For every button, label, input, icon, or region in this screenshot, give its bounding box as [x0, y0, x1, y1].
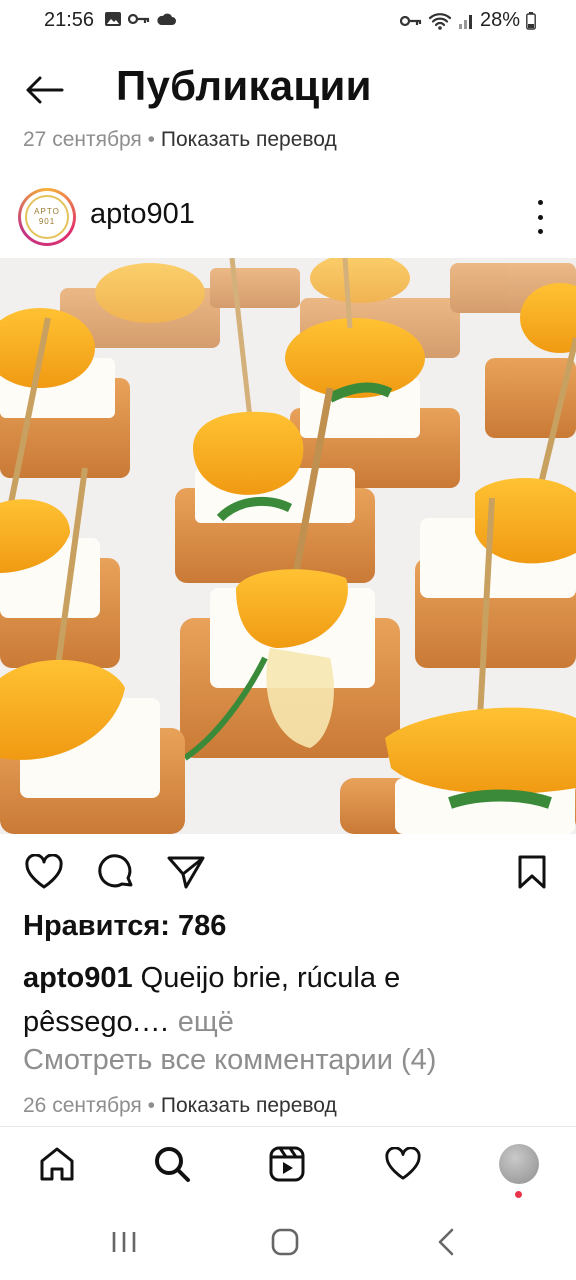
status-time: 21:56 — [44, 9, 95, 31]
food-photo — [0, 258, 576, 834]
post-username[interactable]: apto901 — [90, 198, 195, 231]
cloud-icon — [157, 13, 176, 25]
key-icon — [128, 13, 150, 25]
heart-icon — [25, 854, 63, 889]
likes-count[interactable]: Нравится: 786 — [23, 910, 226, 943]
status-icons-left — [104, 11, 176, 27]
image-icon — [105, 12, 121, 26]
nav-reels[interactable] — [265, 1142, 309, 1186]
wifi-icon — [428, 12, 452, 30]
page-title: Публикации — [116, 62, 372, 109]
caption-more-link[interactable]: ещё — [178, 1006, 234, 1038]
back-icon — [438, 1228, 454, 1256]
search-icon — [155, 1147, 190, 1182]
status-icons-right: 28% — [399, 9, 536, 32]
nav-search[interactable] — [150, 1142, 194, 1186]
reels-icon — [269, 1146, 305, 1182]
comment-icon — [98, 854, 133, 888]
more-options-button[interactable] — [524, 200, 556, 234]
recents-button[interactable] — [102, 1222, 146, 1262]
post-image[interactable] — [0, 258, 576, 834]
share-icon — [167, 856, 205, 889]
heart-icon — [385, 1147, 421, 1180]
bookmark-button[interactable] — [510, 850, 554, 894]
home-icon — [271, 1228, 299, 1256]
date-line: 27 сентября • Показать перевод — [23, 128, 337, 152]
battery-icon — [526, 11, 536, 30]
dot-icon — [537, 214, 543, 220]
back-button-system[interactable] — [424, 1222, 468, 1262]
nav-activity[interactable] — [381, 1142, 425, 1186]
profile-avatar — [499, 1144, 539, 1184]
show-translation-link[interactable]: Показать перевод — [161, 1094, 337, 1117]
home-icon — [40, 1147, 74, 1181]
recents-icon — [112, 1232, 136, 1252]
signal-icon — [458, 14, 472, 29]
arrow-left-icon — [26, 76, 64, 104]
dot-icon — [537, 200, 543, 205]
like-button[interactable] — [22, 850, 66, 894]
key-icon — [399, 15, 422, 26]
back-button[interactable] — [20, 66, 68, 114]
post-date: 27 сентября — [23, 128, 142, 151]
share-button[interactable] — [164, 850, 208, 894]
comment-button[interactable] — [94, 850, 138, 894]
battery-text: 28% — [479, 9, 520, 31]
home-button[interactable] — [263, 1222, 307, 1262]
view-comments-link[interactable]: Смотреть все комментарии (4) — [23, 1044, 436, 1077]
separator: • — [147, 1094, 156, 1117]
dot-icon — [537, 229, 543, 234]
bookmark-icon — [518, 855, 546, 889]
caption-username[interactable]: apto901 — [23, 962, 133, 994]
avatar[interactable]: APTO 901 — [18, 188, 76, 246]
post-date-line: 26 сентября • Показать перевод — [23, 1094, 337, 1118]
caption: apto901 Queijo brie, rúcula e pêssego.… … — [23, 956, 543, 1044]
nav-profile[interactable] — [497, 1142, 541, 1186]
nav-home[interactable] — [35, 1142, 79, 1186]
notification-dot — [515, 1191, 522, 1198]
separator: • — [147, 128, 156, 151]
avatar-logo: APTO 901 — [25, 195, 69, 239]
post-date: 26 сентября — [23, 1094, 142, 1117]
show-translation-link[interactable]: Показать перевод — [161, 128, 337, 151]
